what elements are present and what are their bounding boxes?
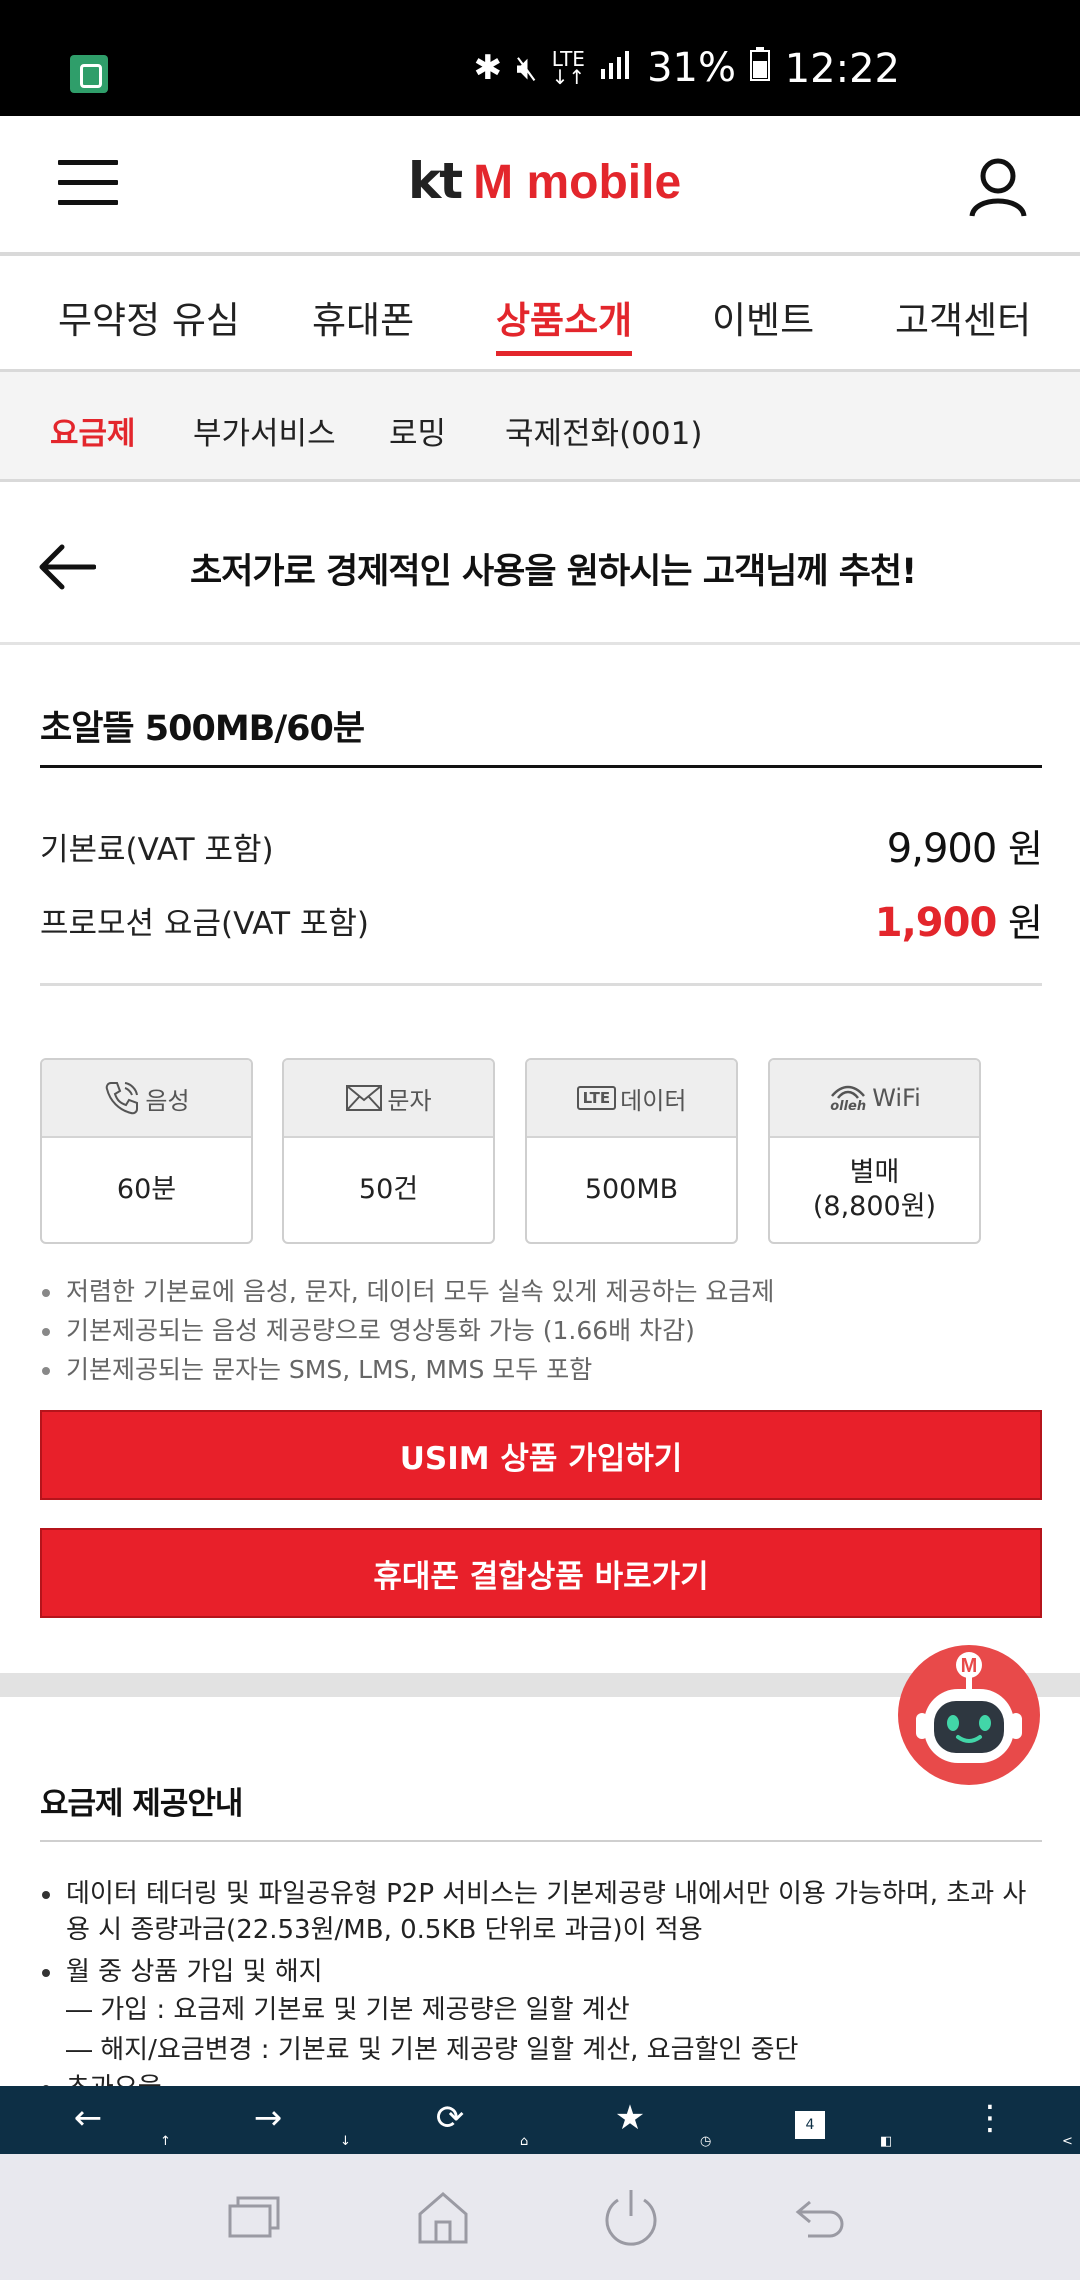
divider xyxy=(40,765,1042,768)
chatbot-button[interactable]: M xyxy=(898,1645,1040,1785)
left-small-icon: < xyxy=(1062,2134,1073,2149)
tab-phone[interactable]: 휴대폰 xyxy=(312,290,414,344)
promo-price-value: 1,900 원 xyxy=(874,900,1043,946)
usim-join-button[interactable]: USIM 상품 가입하기 xyxy=(40,1410,1042,1500)
subtab-addon-services[interactable]: 부가서비스 xyxy=(193,408,336,453)
tabs-icon[interactable]: 4 xyxy=(780,2086,840,2154)
sms-value: 50건 xyxy=(358,1174,419,1205)
site-header: kt M mobile xyxy=(0,116,1080,256)
recent-apps-icon[interactable] xyxy=(220,2184,286,2250)
promo-price-label: 프로모션 요금(VAT 포함) xyxy=(40,906,370,942)
list-item: 초과요율 xyxy=(40,2070,1050,2086)
voice-value: 60분 xyxy=(116,1174,177,1205)
svg-text:M: M xyxy=(961,1655,978,1677)
sub-nav: 요금제 부가서비스 로밍 국제전화(001) xyxy=(0,372,1080,482)
wifi-icon: olleh xyxy=(828,1082,868,1114)
browser-toolbar: ← ↑ → ↓ ⟳ ⌂ ★ ◷ 4 ◧ ⋮ < xyxy=(0,2086,1080,2154)
tab-usim[interactable]: 무약정 유심 xyxy=(58,290,240,344)
forward-icon[interactable]: → xyxy=(238,2086,298,2154)
power-icon[interactable] xyxy=(598,2184,664,2250)
divider xyxy=(40,983,1042,986)
tab-event[interactable]: 이벤트 xyxy=(712,290,814,344)
status-icons: ✱ 🔇︎ LTE ↓↑ 31% xyxy=(474,45,770,91)
list-item: 기본제공되는 음성 제공량으로 영상통화 가능 (1.66배 차감) xyxy=(40,1311,1040,1350)
list-item: 저렴한 기본료에 음성, 문자, 데이터 모두 실속 있게 제공하는 요금제 xyxy=(40,1272,1040,1311)
list-item: 기본제공되는 문자는 SMS, LMS, MMS 모두 포함 xyxy=(40,1350,1040,1389)
data-card: LTE 데이터 500MB xyxy=(525,1058,738,1244)
base-price-label: 기본료(VAT 포함) xyxy=(40,832,274,868)
plan-name: 초알뜰 500MB/60분 xyxy=(40,709,365,749)
refresh-icon[interactable]: ⟳ xyxy=(420,2086,480,2154)
voice-card: 음성 60분 xyxy=(40,1058,253,1244)
main-nav: 무약정 유심 휴대폰 상품소개 이벤트 고객센터 xyxy=(0,260,1080,372)
wifi-card: olleh WiFi 별매 (8,800원) xyxy=(768,1058,981,1244)
data-caption: 데이터 xyxy=(620,1086,687,1115)
tab-products[interactable]: 상품소개 xyxy=(496,290,633,356)
phone-bundle-button[interactable]: 휴대폰 결합상품 바로가기 xyxy=(40,1528,1042,1618)
more-icon[interactable]: ⋮ xyxy=(960,2086,1020,2154)
list-item: ― 가입 : 요금제 기본료 및 기본 제공량은 일할 계산 xyxy=(66,1995,630,2025)
menu-icon[interactable] xyxy=(58,160,118,208)
battery-icon xyxy=(750,45,770,91)
divider xyxy=(40,1840,1042,1842)
list-item: 월 중 상품 가입 및 해지 xyxy=(40,1954,1050,1990)
section-title: 요금제 제공안내 xyxy=(40,1786,243,1822)
list-item: ― 해지/요금변경 : 기본료 및 기본 제공량 일할 계산, 요금할인 중단 xyxy=(66,2035,799,2065)
down-small-icon: ↓ xyxy=(340,2134,351,2149)
lte-badge-icon: LTE xyxy=(576,1086,617,1110)
promo-price-row: 프로모션 요금(VAT 포함) 1,900 원 xyxy=(40,892,1043,952)
kt-m-mobile-logo[interactable]: kt M mobile xyxy=(408,152,681,210)
up-small-icon: ↑ xyxy=(160,2134,171,2149)
status-bar: ✱ 🔇︎ LTE ↓↑ 31% 12:22 xyxy=(0,0,1080,116)
base-price-value: 9,900 원 xyxy=(886,826,1043,872)
phone-icon xyxy=(106,1082,139,1115)
clock: 12:22 xyxy=(784,46,900,92)
back-arrow-icon[interactable] xyxy=(38,543,96,591)
base-price-row: 기본료(VAT 포함) 9,900 원 xyxy=(40,818,1043,878)
bluetooth-icon: ✱ xyxy=(473,48,503,88)
page-title: 초저가로 경제적인 사용을 원하시는 고객님께 추천! xyxy=(190,552,917,592)
system-nav-bar xyxy=(0,2154,1080,2280)
battery-percent: 31% xyxy=(647,45,736,91)
sms-card: 문자 50건 xyxy=(282,1058,495,1244)
mail-icon xyxy=(346,1085,383,1111)
home-small-icon: ⌂ xyxy=(520,2134,529,2149)
mute-icon: 🔇︎ xyxy=(516,48,538,88)
wifi-caption: WiFi xyxy=(872,1084,921,1112)
tab-customer-center[interactable]: 고객센터 xyxy=(895,290,1031,344)
page-small-icon: ◧ xyxy=(880,2134,893,2149)
wifi-value: 별매 (8,800원) xyxy=(812,1157,937,1222)
signal-icon xyxy=(599,48,633,88)
subtab-plans[interactable]: 요금제 xyxy=(50,408,136,453)
voice-caption: 음성 xyxy=(145,1086,190,1115)
page-header: 초저가로 경제적인 사용을 원하시는 고객님께 추천! xyxy=(0,485,1080,645)
alarm-small-icon: ◷ xyxy=(700,2134,712,2149)
olleh-brand: olleh xyxy=(830,1099,867,1114)
lte-icon: LTE ↓↑ xyxy=(551,47,586,89)
robot-icon: M xyxy=(916,1652,1022,1763)
data-value: 500MB xyxy=(584,1174,679,1205)
list-item: 데이터 테더링 및 파일공유형 P2P 서비스는 기본제공량 내에서만 이용 가… xyxy=(40,1876,1050,1948)
subtab-roaming[interactable]: 로밍 xyxy=(389,408,446,453)
bookmark-star-icon[interactable]: ★ xyxy=(600,2086,660,2154)
back-nav-icon[interactable] xyxy=(788,2184,854,2250)
plan-features: 저렴한 기본료에 음성, 문자, 데이터 모두 실속 있게 제공하는 요금제 기… xyxy=(40,1272,1040,1389)
sms-caption: 문자 xyxy=(387,1086,432,1115)
user-icon[interactable] xyxy=(968,156,1028,218)
back-icon[interactable]: ← xyxy=(58,2086,118,2154)
mi-app-icon xyxy=(70,55,108,93)
home-icon[interactable] xyxy=(410,2184,476,2250)
subtab-intl-call[interactable]: 국제전화(001) xyxy=(505,408,702,453)
info-list: 데이터 테더링 및 파일공유형 P2P 서비스는 기본제공량 내에서만 이용 가… xyxy=(40,1876,1050,2086)
